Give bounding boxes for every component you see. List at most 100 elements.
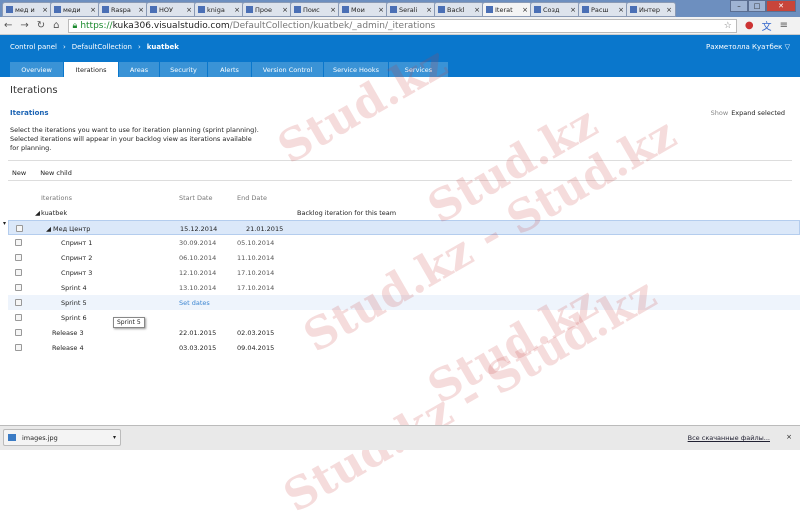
favicon-icon [294,6,301,13]
browser-tab[interactable]: Прое × [242,2,292,17]
browser-tab[interactable]: меди × [50,2,100,17]
reload-icon[interactable]: ↻ [37,20,45,31]
toolbar: New New child [12,169,72,177]
breadcrumb-collection[interactable]: DefaultCollection [72,43,132,51]
table-row[interactable]: Спринт 2 06.10.2014 11.10.2014 [0,250,800,265]
browser-tab[interactable]: Созд × [530,2,580,17]
star-icon[interactable]: ☆ [724,21,732,31]
tab-security[interactable]: Security [160,62,207,77]
table-row[interactable]: ◢ Мед Центр 15.12.2014 21.01.2015 [8,220,800,235]
user-menu[interactable]: Рахметолла Куатбек ▽ [706,43,790,51]
collapse-icon[interactable]: ◢ [46,225,51,233]
iteration-name: Спринт 3 [61,269,93,277]
browser-tab-label: Iterat [495,5,513,14]
divider [8,180,792,181]
new-button[interactable]: New [12,169,26,177]
row-checkbox[interactable] [15,284,22,291]
tab-overview[interactable]: Overview [10,62,63,77]
set-dates-link[interactable]: Set dates [179,299,210,307]
tab-service-hooks[interactable]: Service Hooks [324,62,388,77]
breadcrumb-project[interactable]: kuatbek [147,43,179,51]
collapse-icon[interactable]: ◢ [35,209,40,217]
browser-tab[interactable]: Iterat × [482,2,532,17]
breadcrumb-control-panel[interactable]: Control panel [10,43,57,51]
close-tab-icon[interactable]: × [378,6,384,14]
download-item[interactable]: images.jpg ▾ [3,429,121,446]
row-checkbox[interactable] [16,225,23,232]
browser-tab[interactable]: Backl × [434,2,484,17]
start-date: 06.10.2014 [179,254,217,262]
close-window-button[interactable]: ✕ [766,0,796,12]
row-checkbox[interactable] [15,299,22,306]
tab-alerts[interactable]: Alerts [208,62,251,77]
back-icon[interactable]: ← [4,20,12,31]
table-row[interactable]: Sprint 4 13.10.2014 17.10.2014 [0,280,800,295]
column-header-start-date[interactable]: Start Date [179,194,212,202]
close-tab-icon[interactable]: × [138,6,144,14]
row-checkbox[interactable] [15,344,22,351]
tab-version-control[interactable]: Version Control [252,62,323,77]
row-checkbox[interactable] [15,239,22,246]
forward-icon[interactable]: → [20,20,28,31]
column-header-end-date[interactable]: End Date [237,194,267,202]
browser-tab[interactable]: Интер × [626,2,676,17]
close-tab-icon[interactable]: × [522,6,528,14]
url-host: kuka306.visualstudio.com [112,20,230,31]
root-row[interactable]: ◢ kuatbek Backlog iteration for this tea… [0,205,800,220]
browser-tab[interactable]: НОУ × [146,2,196,17]
close-tab-icon[interactable]: × [90,6,96,14]
new-child-button[interactable]: New child [40,169,72,177]
browser-tab[interactable]: Serali × [386,2,436,17]
iteration-name: Мед Центр [53,225,91,233]
table-row[interactable]: Release 4 03.03.2015 09.04.2015 [0,340,800,355]
browser-tab-label: Backl [447,5,465,14]
browser-tab-label: Мои [351,5,365,14]
close-tab-icon[interactable]: × [474,6,480,14]
close-tab-icon[interactable]: × [618,6,624,14]
browser-tab[interactable]: Расш × [578,2,628,17]
row-checkbox[interactable] [15,329,22,336]
close-tab-icon[interactable]: × [666,6,672,14]
tab-services[interactable]: Services [389,62,448,77]
adblock-icon[interactable]: ● [745,20,754,31]
close-tab-icon[interactable]: × [570,6,576,14]
row-checkbox[interactable] [15,254,22,261]
breadcrumb-separator: › [62,43,66,51]
close-tab-icon[interactable]: × [234,6,240,14]
browser-tab[interactable]: мед и × [2,2,52,17]
close-tab-icon[interactable]: × [282,6,288,14]
tab-areas[interactable]: Areas [119,62,159,77]
end-date: 02.03.2015 [237,329,275,337]
table-row[interactable]: Sprint 5 Set dates [8,295,800,310]
url-input[interactable]: 🔒︎ https:// kuka306.visualstudio.com /De… [67,18,737,33]
row-checkbox[interactable] [15,269,22,276]
column-header-iterations[interactable]: Iterations [41,194,72,202]
row-checkbox[interactable] [15,314,22,321]
iteration-name: Sprint 6 [61,314,87,322]
home-icon[interactable]: ⌂ [53,20,59,31]
minimize-button[interactable]: – [730,0,748,12]
table-row[interactable]: Спринт 1 30.09.2014 05.10.2014 [0,235,800,250]
expand-selected-link[interactable]: Expand selected [731,109,785,117]
translate-icon[interactable]: 文 [762,18,772,33]
browser-tab-label: kniga [207,5,225,14]
menu-icon[interactable]: ≡ [780,20,788,31]
close-icon[interactable]: × [786,433,792,441]
browser-tab[interactable]: Мои × [338,2,388,17]
favicon-icon [198,6,205,13]
browser-tab[interactable]: kniga × [194,2,244,17]
table-row[interactable]: Спринт 3 12.10.2014 17.10.2014 [0,265,800,280]
maximize-button[interactable]: □ [748,0,766,12]
browser-tab[interactable]: Поис × [290,2,340,17]
browser-tab-label: Расш [591,5,609,14]
row-context-menu-icon[interactable]: ▾ [3,220,6,227]
close-tab-icon[interactable]: × [426,6,432,14]
window-controls: – □ ✕ [730,0,796,12]
browser-tab[interactable]: Raspa × [98,2,148,17]
close-tab-icon[interactable]: × [186,6,192,14]
close-tab-icon[interactable]: × [330,6,336,14]
chevron-down-icon[interactable]: ▾ [113,434,116,441]
tab-iterations[interactable]: Iterations [64,62,118,77]
all-downloads-link[interactable]: Все скачанные файлы... [688,434,770,442]
close-tab-icon[interactable]: × [42,6,48,14]
